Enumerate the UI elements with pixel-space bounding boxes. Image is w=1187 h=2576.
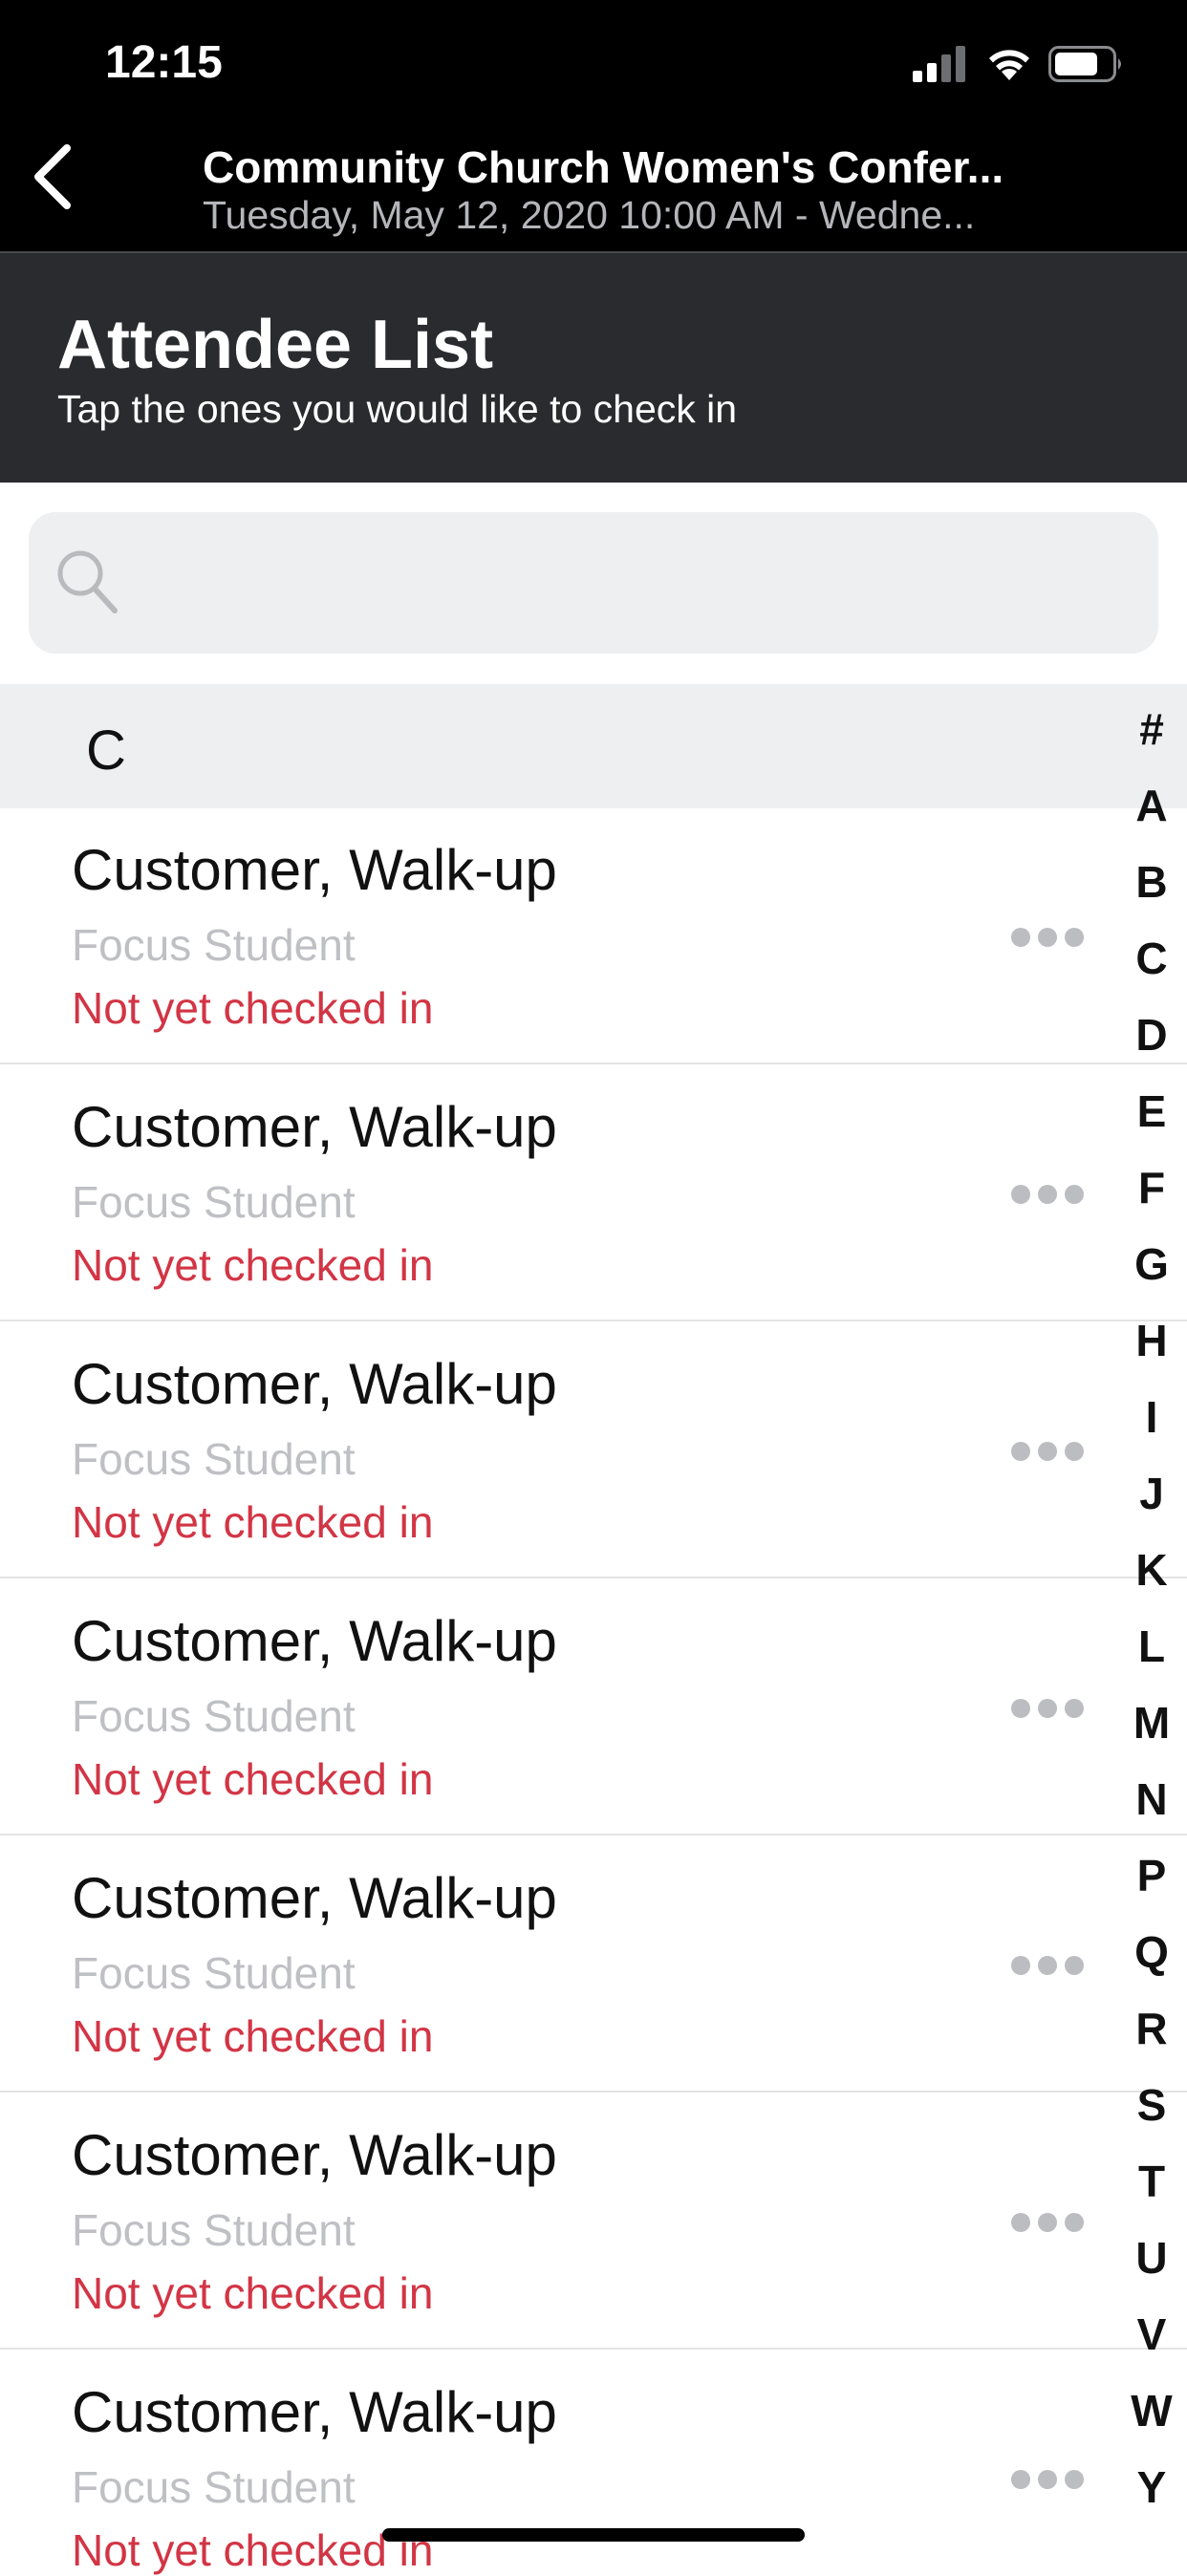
attendee-row[interactable]: Customer, Walk-up Focus Student Not yet … — [0, 1322, 1187, 1578]
search-input[interactable] — [134, 535, 1122, 633]
attendee-row[interactable]: Customer, Walk-up Focus Student Not yet … — [0, 1579, 1187, 1835]
more-options-icon[interactable] — [1011, 1685, 1084, 1732]
index-letter-u[interactable]: U — [1116, 2232, 1187, 2284]
attendee-role: Focus Student — [72, 1691, 356, 1741]
checkin-status: Not yet checked in — [72, 2011, 434, 2061]
attendee-row[interactable]: Customer, Walk-up Focus Student Not yet … — [0, 2093, 1187, 2350]
section-letter: C — [86, 719, 126, 782]
index-letter-e[interactable]: E — [1116, 1085, 1187, 1137]
attendee-name: Customer, Walk-up — [72, 2123, 557, 2187]
wifi-icon — [989, 50, 1029, 80]
index-letter-a[interactable]: A — [1116, 780, 1187, 831]
attendee-name: Customer, Walk-up — [72, 1095, 557, 1159]
index-letter-s[interactable]: S — [1116, 2079, 1187, 2131]
more-options-icon[interactable] — [1011, 1170, 1084, 1218]
battery-icon — [1048, 46, 1121, 82]
attendee-name: Customer, Walk-up — [72, 1866, 557, 1930]
event-date-range: Tuesday, May 12, 2020 10:00 AM - Wedne..… — [203, 193, 976, 237]
attendee-role: Focus Student — [72, 1948, 356, 1998]
page-title: Attendee List — [57, 307, 494, 383]
attendee-list-header: Attendee List Tap the ones you would lik… — [0, 253, 1187, 483]
page-instructions: Tap the ones you would like to check in — [57, 387, 738, 431]
attendee-role: Focus Student — [72, 1177, 356, 1227]
index-letter-p[interactable]: P — [1116, 1850, 1187, 1901]
index-letter-g[interactable]: G — [1116, 1238, 1187, 1290]
checkin-status: Not yet checked in — [72, 1497, 434, 1547]
attendee-row[interactable]: Customer, Walk-up Focus Student Not yet … — [0, 1836, 1187, 2093]
more-options-icon[interactable] — [1011, 2456, 1084, 2503]
attendee-name: Customer, Walk-up — [72, 838, 557, 902]
attendee-role: Focus Student — [72, 1434, 356, 1484]
search-icon — [57, 550, 118, 613]
index-letter-y[interactable]: Y — [1116, 2461, 1187, 2513]
index-letter-w[interactable]: W — [1116, 2385, 1187, 2436]
checkin-status: Not yet checked in — [72, 1754, 434, 1804]
index-letter-c[interactable]: C — [1116, 933, 1187, 984]
more-options-icon[interactable] — [1011, 1428, 1084, 1475]
index-letter-n[interactable]: N — [1116, 1773, 1187, 1825]
attendee-row[interactable]: Customer, Walk-up Focus Student Not yet … — [0, 1065, 1187, 1321]
index-letter-t[interactable]: T — [1116, 2156, 1187, 2207]
index-letter-m[interactable]: M — [1116, 1697, 1187, 1749]
attendee-role: Focus Student — [72, 920, 356, 970]
event-title: Community Church Women's Confer... — [203, 142, 1004, 192]
chevron-left-icon — [34, 144, 71, 209]
attendee-role: Focus Student — [72, 2205, 356, 2255]
checkin-status: Not yet checked in — [72, 1240, 434, 1290]
index-letter-h[interactable]: H — [1116, 1315, 1187, 1366]
checkin-status: Not yet checked in — [72, 2268, 434, 2318]
home-indicator — [382, 2528, 805, 2542]
more-options-icon[interactable] — [1011, 913, 1084, 961]
index-letter-b[interactable]: B — [1116, 856, 1187, 908]
more-options-icon[interactable] — [1011, 2199, 1084, 2246]
index-letter-l[interactable]: L — [1116, 1621, 1187, 1672]
back-button[interactable] — [19, 139, 86, 215]
index-letter-r[interactable]: R — [1116, 2003, 1187, 2054]
index-letter-q[interactable]: Q — [1116, 1926, 1187, 1978]
attendee-name: Customer, Walk-up — [72, 2380, 557, 2444]
index-letter-f[interactable]: F — [1116, 1162, 1187, 1213]
index-letter-hash[interactable]: # — [1116, 703, 1187, 755]
index-letter-k[interactable]: K — [1116, 1544, 1187, 1596]
section-header-c: C — [0, 684, 1187, 808]
status-time: 12:15 — [105, 37, 223, 88]
index-letter-j[interactable]: J — [1116, 1468, 1187, 1519]
index-letter-v[interactable]: V — [1116, 2308, 1187, 2360]
index-letter-i[interactable]: I — [1116, 1391, 1187, 1443]
more-options-icon[interactable] — [1011, 1942, 1084, 1989]
checkin-status: Not yet checked in — [72, 983, 434, 1033]
attendee-name: Customer, Walk-up — [72, 1352, 557, 1416]
index-letter-d[interactable]: D — [1116, 1009, 1187, 1061]
attendee-name: Customer, Walk-up — [72, 1609, 557, 1673]
cellular-signal-icon — [913, 46, 965, 82]
attendee-row[interactable]: Customer, Walk-up Focus Student Not yet … — [0, 808, 1187, 1064]
top-navigation-bar: 12:15 Community Church Women's Confer...… — [0, 0, 1187, 251]
attendee-role: Focus Student — [72, 2462, 356, 2512]
